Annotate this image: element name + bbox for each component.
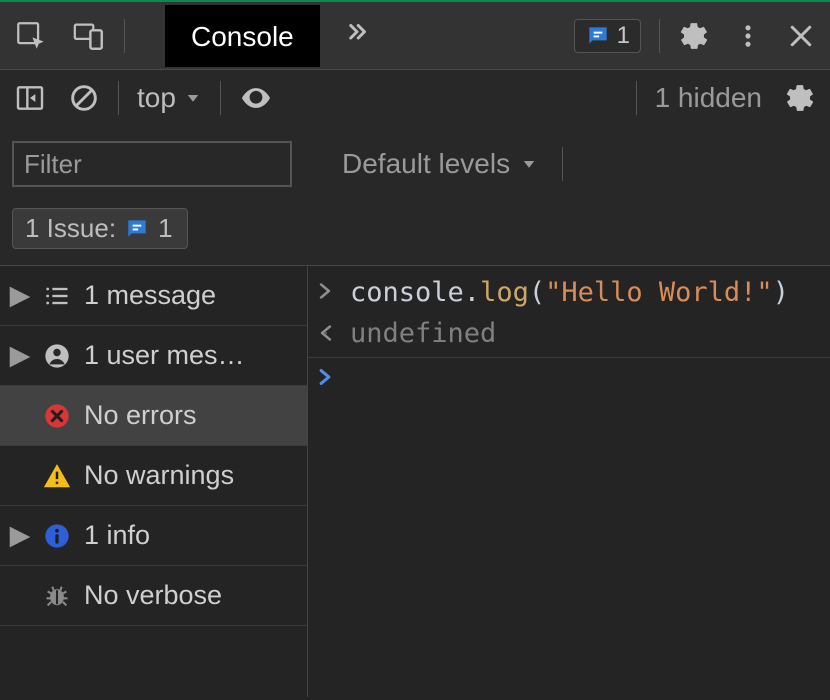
sidebar-item-messages[interactable]: ▶ 1 message — [0, 266, 307, 326]
console-result: undefined — [350, 318, 496, 349]
bug-icon — [40, 582, 74, 610]
levels-label: Default levels — [342, 148, 510, 180]
result-chevron-icon — [318, 318, 336, 349]
sidebar-item-verbose[interactable]: ▶ No verbose — [0, 566, 307, 626]
sidebar-item-label: 1 user mes… — [84, 340, 245, 371]
issues-summary-bar: 1 Issue: 1 — [0, 202, 830, 265]
token-rparen: ) — [773, 277, 789, 308]
console-output-pane[interactable]: console.log("Hello World!") undefined — [308, 266, 830, 697]
console-result-row: undefined — [308, 314, 830, 358]
token-dot: . — [464, 277, 480, 308]
filter-input[interactable] — [12, 141, 292, 187]
token-object: console — [350, 277, 464, 308]
error-icon — [40, 402, 74, 430]
console-controls-toolbar: top 1 hidden — [0, 70, 830, 126]
input-chevron-icon — [318, 276, 336, 307]
token-function: log — [480, 277, 529, 308]
warning-icon — [40, 461, 74, 491]
execution-context-dropdown[interactable]: top — [137, 82, 202, 114]
sidebar-item-info[interactable]: ▶ 1 info — [0, 506, 307, 566]
close-devtools-icon[interactable] — [786, 21, 816, 51]
list-icon — [40, 282, 74, 310]
device-toggle-icon[interactable] — [72, 19, 106, 53]
sidebar-item-label: 1 message — [84, 280, 216, 311]
user-icon — [40, 342, 74, 370]
live-expression-eye-icon[interactable] — [239, 81, 273, 115]
separator — [220, 81, 221, 115]
clear-console-icon[interactable] — [68, 82, 100, 114]
console-input-row: console.log("Hello World!") — [308, 272, 830, 314]
context-label: top — [137, 82, 176, 114]
sidebar-item-errors[interactable]: ▶ No errors — [0, 386, 307, 446]
expand-triangle-icon: ▶ — [10, 340, 30, 371]
issues-toolbar-count: 1 — [617, 22, 630, 50]
separator — [636, 81, 637, 115]
sidebar-item-label: 1 info — [84, 520, 150, 551]
issues-badge-count: 1 — [158, 213, 172, 244]
issues-badge[interactable]: 1 Issue: 1 — [12, 208, 188, 249]
issues-toolbar-badge[interactable]: 1 — [574, 19, 641, 53]
separator — [562, 147, 563, 181]
separator — [124, 19, 125, 53]
tab-console[interactable]: Console — [165, 5, 320, 67]
sidebar-item-label: No warnings — [84, 460, 234, 491]
info-icon — [40, 522, 74, 550]
sidebar-item-user-messages[interactable]: ▶ 1 user mes… — [0, 326, 307, 386]
sidebar-item-label: No verbose — [84, 580, 222, 611]
console-prompt-row[interactable] — [308, 358, 830, 397]
hidden-messages-label[interactable]: 1 hidden — [655, 82, 762, 114]
expand-triangle-icon: ▶ — [10, 280, 30, 311]
sidebar-item-warnings[interactable]: ▶ No warnings — [0, 446, 307, 506]
console-code: console.log("Hello World!") — [350, 276, 789, 310]
token-lparen: ( — [529, 277, 545, 308]
toggle-sidebar-icon[interactable] — [14, 82, 46, 114]
settings-gear-icon[interactable] — [678, 20, 710, 52]
prompt-chevron-icon — [318, 362, 336, 393]
token-string: "Hello World!" — [545, 277, 773, 308]
console-sidebar: ▶ 1 message ▶ 1 user mes… ▶ No errors ▶ — [0, 266, 308, 697]
log-levels-dropdown[interactable]: Default levels — [342, 148, 538, 180]
inspect-element-icon[interactable] — [14, 19, 48, 53]
console-filter-toolbar: Default levels — [0, 126, 830, 202]
devtools-top-toolbar: Console 1 — [0, 2, 830, 70]
sidebar-item-label: No errors — [84, 400, 197, 431]
expand-triangle-icon: ▶ — [10, 520, 30, 551]
kebab-menu-icon[interactable] — [734, 22, 762, 50]
console-settings-gear-icon[interactable] — [784, 82, 816, 114]
separator — [118, 81, 119, 115]
console-main: ▶ 1 message ▶ 1 user mes… ▶ No errors ▶ — [0, 265, 830, 697]
separator — [659, 19, 660, 53]
more-tabs-chevron-icon[interactable] — [342, 18, 372, 53]
issues-badge-text: 1 Issue: — [25, 213, 116, 244]
